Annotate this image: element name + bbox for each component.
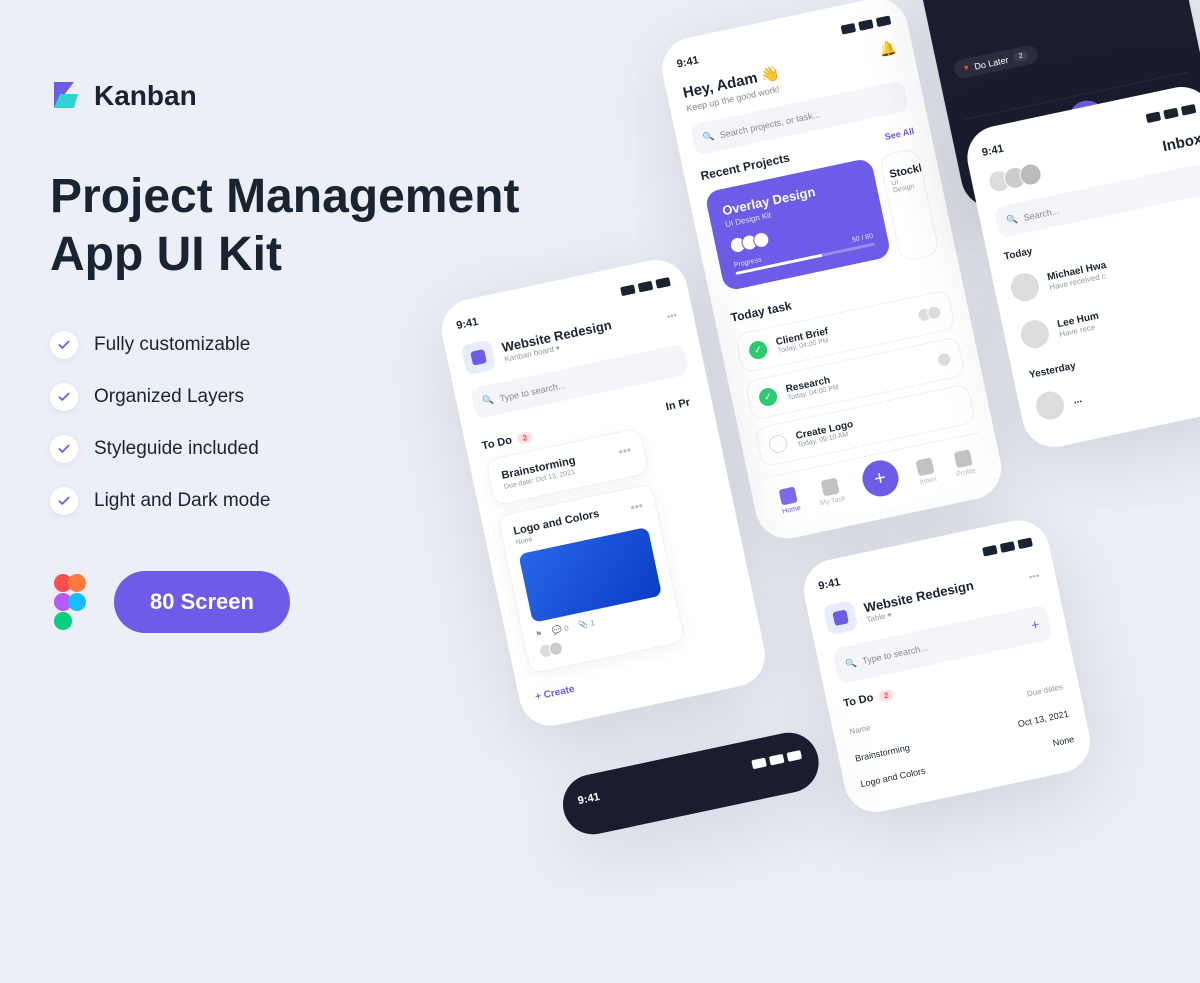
check-icon (50, 383, 78, 411)
checkbox-icon[interactable] (747, 339, 768, 360)
feature-text: Light and Dark mode (94, 490, 270, 512)
avatar (1018, 318, 1051, 351)
status-time: 9:41 (676, 54, 700, 70)
project-icon (823, 600, 859, 636)
more-icon[interactable]: ••• (666, 310, 679, 323)
bell-icon[interactable]: 🔔 (877, 39, 898, 59)
feature-item: Organized Layers (50, 383, 590, 411)
check-icon (50, 331, 78, 359)
add-button[interactable]: + (859, 457, 902, 500)
status-icons (840, 15, 891, 34)
search-icon: 🔍 (844, 657, 857, 670)
check-icon (50, 487, 78, 515)
page-title: Project Management App UI Kit (50, 168, 590, 283)
inbox-title: Inbox (1161, 130, 1200, 155)
nav-mytask[interactable]: My Task (816, 477, 846, 508)
feature-item: Styleguide included (50, 435, 590, 463)
brand-logo: Kanban (50, 80, 590, 112)
avatar (1008, 271, 1041, 304)
checkbox-icon[interactable] (767, 433, 788, 454)
dark-screen-mock-2: 9:41 (557, 727, 824, 840)
more-icon[interactable]: ••• (617, 443, 632, 459)
table-screen-mock: 9:41 Website RedesignTable ▾ ••• 🔍Type t… (798, 515, 1096, 818)
today-task-heading: Today task (729, 298, 792, 325)
see-all-link[interactable]: See All (884, 126, 915, 142)
more-icon[interactable]: ••• (1028, 570, 1041, 583)
nav-inbox[interactable]: Inbox (915, 457, 937, 486)
screen-count-badge[interactable]: 80 Screen (114, 571, 290, 633)
figma-icon (50, 574, 90, 630)
checkbox-icon[interactable] (757, 386, 778, 407)
search-icon: 🔍 (1006, 213, 1019, 226)
feature-item: Fully customizable (50, 331, 590, 359)
feature-text: Organized Layers (94, 386, 244, 408)
search-icon: 🔍 (702, 131, 715, 144)
check-icon (50, 435, 78, 463)
feature-item: Light and Dark mode (50, 487, 590, 515)
nav-profile[interactable]: Profile (952, 449, 977, 479)
feature-text: Fully customizable (94, 334, 250, 356)
feature-text: Styleguide included (94, 438, 259, 460)
nav-home[interactable]: Home (778, 486, 802, 515)
more-icon[interactable]: ••• (629, 499, 644, 515)
add-icon[interactable]: + (1029, 616, 1040, 633)
feature-list: Fully customizable Organized Layers Styl… (50, 331, 590, 515)
avatar (1033, 389, 1066, 422)
brand-name: Kanban (94, 80, 197, 112)
logo-mark-icon (50, 80, 82, 112)
inbox-screen-mock: 9:41 Inbox 🔍Search... Today Michael HwaH… (961, 81, 1200, 453)
project-card[interactable]: Overlay Design UI Design Kit Progress50 … (704, 157, 891, 291)
